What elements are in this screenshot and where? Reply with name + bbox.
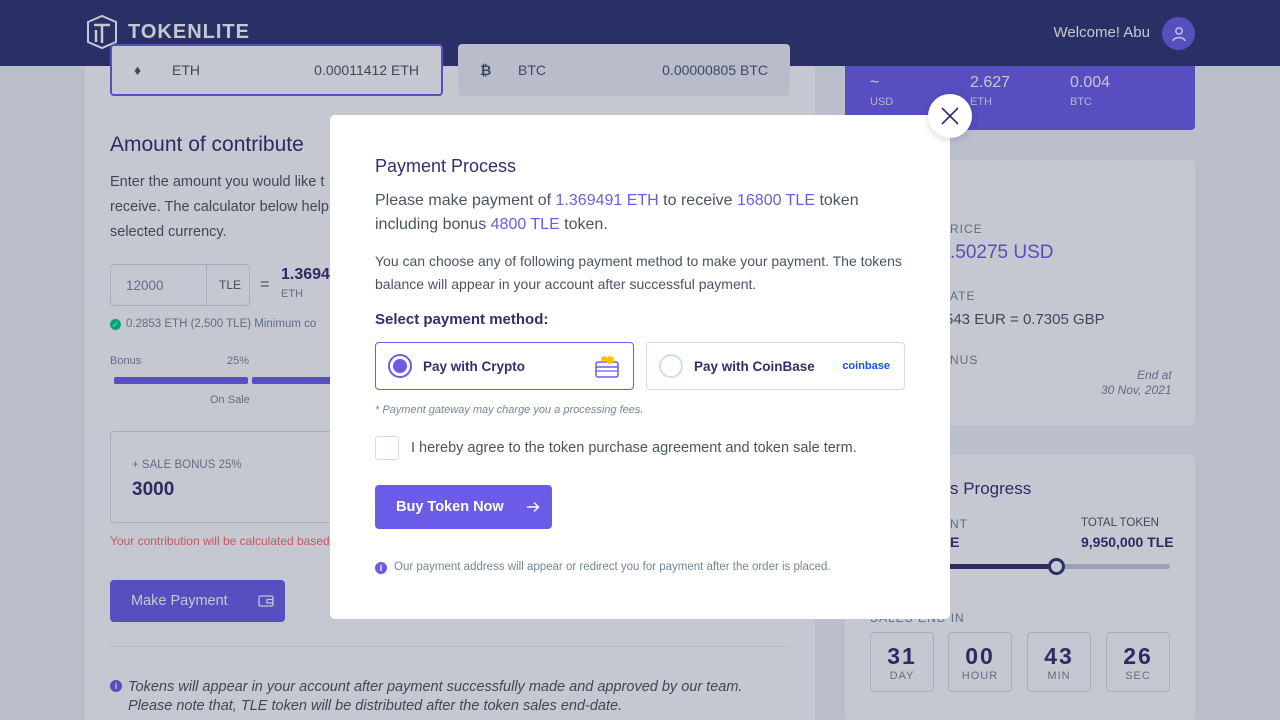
crypto-wallet-icon — [595, 356, 619, 378]
payment-description: You can choose any of following payment … — [375, 253, 902, 292]
payment-summary: Please make payment of 1.369491 ETH to r… — [375, 189, 915, 237]
modal-title: Payment Process — [375, 156, 517, 176]
payment-amount-eth: 1.369491 ETH — [555, 192, 659, 209]
pay-with-crypto-label: Pay with Crypto — [423, 358, 526, 374]
summary-text: to receive — [658, 192, 737, 209]
coinbase-logo: coinbase — [842, 360, 890, 372]
select-method-label: Select payment method: — [375, 311, 549, 328]
summary-text: token. — [559, 216, 608, 233]
summary-text: Please make payment of — [375, 192, 556, 209]
arrow-right-icon — [526, 502, 540, 512]
coinbase-radio[interactable] — [659, 354, 683, 378]
crypto-radio[interactable] — [388, 354, 412, 378]
buy-token-now-button[interactable]: Buy Token Now — [375, 485, 552, 529]
close-icon — [941, 107, 959, 125]
bonus-amount-tle: 4800 TLE — [490, 216, 560, 233]
address-note: i Our payment address will appear or red… — [375, 560, 831, 574]
info-icon: i — [375, 562, 387, 574]
agreement-text: I hereby agree to the token purchase agr… — [411, 440, 857, 456]
agreement-checkbox[interactable] — [375, 436, 399, 460]
receive-amount-tle: 16800 TLE — [737, 192, 815, 209]
pay-with-coinbase-label: Pay with CoinBase — [694, 358, 815, 374]
fee-note: * Payment gateway may charge you a proce… — [375, 404, 644, 416]
pay-with-coinbase-option[interactable]: Pay with CoinBase coinbase — [646, 342, 905, 390]
address-note-text: Our payment address will appear or redir… — [394, 561, 831, 573]
close-modal-button[interactable] — [928, 94, 972, 138]
agreement-row[interactable]: I hereby agree to the token purchase agr… — [375, 436, 857, 460]
pay-with-crypto-option[interactable]: Pay with Crypto — [375, 342, 634, 390]
payment-modal: Payment Process Please make payment of 1… — [330, 115, 950, 619]
buy-token-now-label: Buy Token Now — [396, 499, 504, 515]
